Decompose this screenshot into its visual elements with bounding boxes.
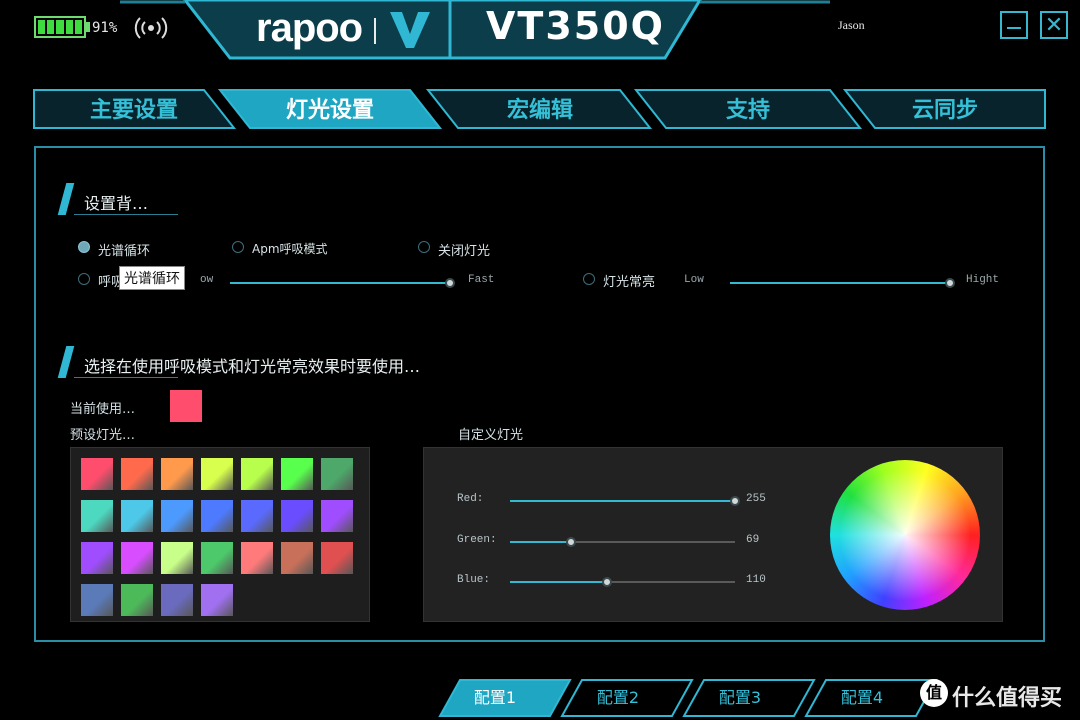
preset-color-swatch[interactable]: [201, 542, 233, 574]
preset-color-swatch[interactable]: [161, 500, 193, 532]
tab-support[interactable]: 支持: [648, 96, 848, 126]
steady-slider-high-label: Hight: [966, 274, 1000, 286]
radio-label-apm-breath: Apm呼吸模式: [252, 242, 328, 256]
preset-color-swatch[interactable]: [201, 458, 233, 490]
preset-color-swatch[interactable]: [201, 584, 233, 616]
preset-color-swatch[interactable]: [281, 500, 313, 532]
red-value: 255: [746, 493, 766, 505]
preset-color-swatch[interactable]: [161, 584, 193, 616]
config-tab-3[interactable]: 配置3: [695, 684, 785, 708]
watermark-logo: 值: [920, 679, 948, 707]
preset-color-swatch[interactable]: [321, 458, 353, 490]
preset-color-swatch[interactable]: [321, 542, 353, 574]
preset-color-swatch[interactable]: [81, 458, 113, 490]
v-logo-icon: [390, 12, 430, 48]
tab-cloud-sync[interactable]: 云同步: [845, 96, 1045, 126]
preset-color-swatch[interactable]: [161, 542, 193, 574]
custom-color-label: 自定义灯光: [458, 428, 524, 443]
preset-color-swatch[interactable]: [241, 542, 273, 574]
current-color-swatch: [170, 390, 202, 422]
red-label: Red:: [457, 493, 484, 505]
steady-brightness-slider-handle[interactable]: [945, 278, 955, 288]
close-icon: ✕: [1044, 12, 1064, 38]
preset-color-swatch[interactable]: [161, 458, 193, 490]
radio-breath[interactable]: [78, 273, 90, 285]
red-slider-handle[interactable]: [730, 496, 740, 506]
radio-label-steady-light: 灯光常亮: [603, 275, 656, 290]
radio-label-spectrum-cycle: 光谱循环: [98, 244, 151, 259]
color-wheel[interactable]: [830, 460, 980, 610]
breath-speed-slider-track[interactable]: [230, 282, 450, 284]
config-tab-4[interactable]: 配置4: [817, 684, 907, 708]
tab-lighting-settings[interactable]: 灯光设置: [230, 96, 430, 126]
preset-color-swatch[interactable]: [81, 542, 113, 574]
radio-apm-breath[interactable]: [232, 241, 244, 253]
preset-color-grid: [70, 447, 370, 622]
preset-color-swatch[interactable]: [201, 500, 233, 532]
tab-macro-edit[interactable]: 宏编辑: [440, 96, 640, 126]
breath-slider-low-label: ow: [200, 274, 214, 286]
preset-color-swatch[interactable]: [321, 500, 353, 532]
current-color-label: 当前使用…: [70, 402, 136, 417]
brand-logo: rapoo: [256, 6, 363, 50]
minimize-button[interactable]: [1000, 11, 1028, 39]
watermark-text: 什么值得买: [952, 686, 1063, 711]
green-slider-fill: [510, 541, 571, 543]
section-underline: [74, 377, 178, 378]
username: Jason: [838, 18, 865, 32]
blue-value: 110: [746, 574, 766, 586]
steady-brightness-slider-track[interactable]: [730, 282, 950, 284]
red-slider-track[interactable]: [510, 500, 735, 502]
preset-color-swatch[interactable]: [121, 584, 153, 616]
green-slider-handle[interactable]: [565, 537, 576, 547]
preset-color-swatch[interactable]: [241, 500, 273, 532]
radio-light-off[interactable]: [418, 241, 430, 253]
preset-color-swatch[interactable]: [121, 500, 153, 532]
preset-color-swatch[interactable]: [241, 458, 273, 490]
tooltip: 光谱循环: [119, 266, 185, 290]
model-name: VT350Q: [486, 4, 665, 48]
section-underline: [74, 214, 178, 215]
minimize-icon: [1007, 27, 1021, 29]
preset-color-swatch[interactable]: [281, 458, 313, 490]
tab-main-settings[interactable]: 主要设置: [34, 96, 234, 126]
preset-color-swatch[interactable]: [81, 584, 113, 616]
close-button[interactable]: ✕: [1040, 11, 1068, 39]
config-tab-2[interactable]: 配置2: [573, 684, 663, 708]
radio-spectrum-cycle[interactable]: [78, 241, 90, 253]
blue-label: Blue:: [457, 574, 491, 586]
config-tab-1[interactable]: 配置1: [450, 684, 540, 708]
breath-speed-slider-handle[interactable]: [445, 278, 455, 288]
radio-label-light-off: 关闭灯光: [438, 244, 491, 259]
blue-slider-handle[interactable]: [601, 577, 612, 587]
preset-colors-label: 预设灯光…: [70, 428, 136, 443]
preset-color-swatch[interactable]: [121, 458, 153, 490]
preset-color-swatch[interactable]: [81, 500, 113, 532]
blue-slider-fill: [510, 581, 607, 583]
steady-slider-low-label: Low: [684, 274, 704, 286]
preset-color-swatch[interactable]: [121, 542, 153, 574]
green-label: Green:: [457, 534, 497, 546]
section-title-color: 选择在使用呼吸模式和灯光常亮效果时要使用…: [84, 357, 421, 376]
brand-separator: [374, 18, 376, 44]
green-value: 69: [746, 534, 760, 546]
section-title-background: 设置背…: [84, 194, 149, 213]
preset-color-swatch[interactable]: [281, 542, 313, 574]
radio-steady-light[interactable]: [583, 273, 595, 285]
breath-slider-high-label: Fast: [468, 274, 495, 286]
